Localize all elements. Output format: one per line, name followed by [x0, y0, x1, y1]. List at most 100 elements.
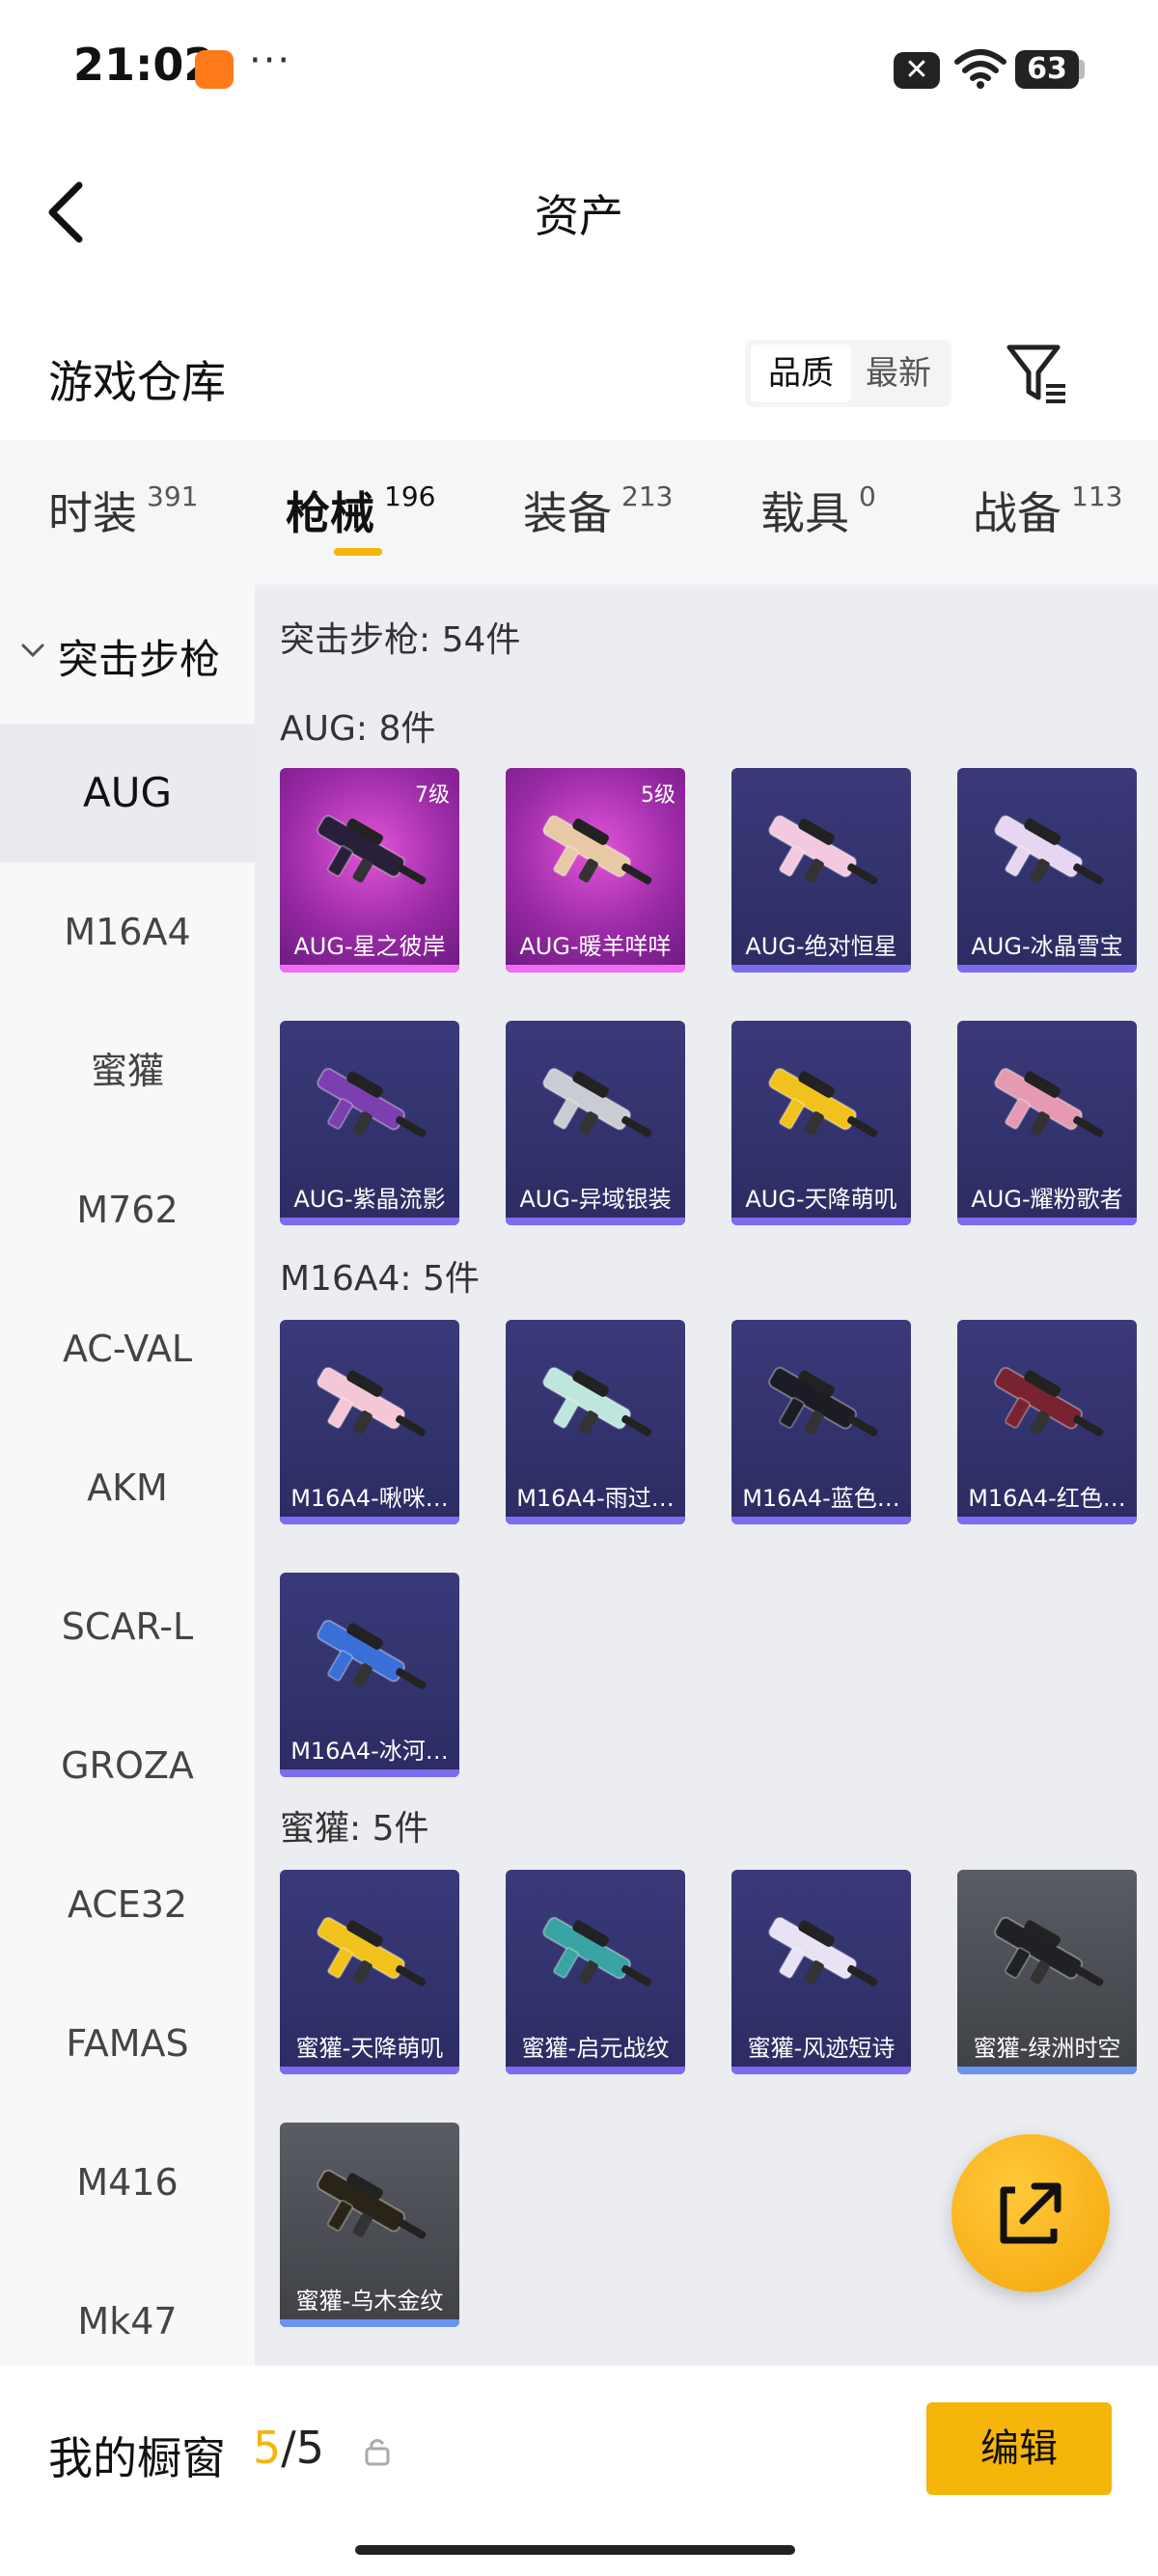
filter-icon[interactable]	[1004, 340, 1071, 407]
card-name: AUG-紫晶流影	[293, 1186, 446, 1213]
sidebar-item-groza[interactable]: GROZA	[0, 1696, 255, 1835]
weapon-skin-image	[317, 2169, 427, 2239]
card-rarity-bar	[957, 1517, 1137, 1524]
sort-newest-button[interactable]: 最新	[851, 344, 946, 402]
sidebar-item-m762[interactable]: M762	[0, 1140, 255, 1279]
sort-quality-button[interactable]: 品质	[751, 344, 851, 402]
battery-icon: 63	[1015, 50, 1079, 89]
weapon-skin-image	[542, 1067, 652, 1137]
sidebar-item-m416[interactable]: M416	[0, 2113, 255, 2252]
active-tab-indicator	[334, 548, 382, 556]
sidebar-category-assault-rifles[interactable]: 突击步枪	[0, 585, 255, 724]
sidebar-category-label: 突击步枪	[58, 636, 221, 683]
showcase-current: 5	[253, 2422, 282, 2474]
card-level-badge: 5级	[641, 783, 676, 808]
card-name: 蜜獾-乌木金纹	[295, 2288, 444, 2315]
share-icon	[1000, 2182, 1062, 2244]
share-button[interactable]	[951, 2134, 1110, 2292]
tab-combat-gear[interactable]: 战备 113	[973, 479, 1122, 546]
sidebar-item-famas[interactable]: FAMAS	[0, 1974, 255, 2113]
weapon-card[interactable]: 蜜獾-启元战纹	[506, 1870, 685, 2074]
card-name: AUG-暖羊咩咩	[519, 933, 672, 960]
lock-icon[interactable]	[363, 2435, 392, 2468]
weapon-card[interactable]: 蜜獾-风迹短诗	[731, 1870, 911, 2074]
weapon-card[interactable]: AUG-冰晶雪宝	[957, 768, 1137, 973]
weapon-skin-image	[768, 1366, 878, 1437]
sidebar-item-ace32[interactable]: ACE32	[0, 1835, 255, 1974]
tab-label: 时装	[48, 487, 137, 539]
tab-fashion[interactable]: 时装 391	[48, 479, 198, 546]
weapon-card[interactable]: AUG-绝对恒星	[731, 768, 911, 973]
weapon-card[interactable]: AUG-耀粉歌者	[957, 1021, 1137, 1225]
card-name: AUG-耀粉歌者	[971, 1186, 1123, 1213]
weapon-type-sidebar: 突击步枪 AUG M16A4 蜜獾 M762 AC-VAL AKM SCAR-L GROZA A…	[0, 585, 255, 2370]
card-rarity-bar	[506, 1517, 685, 1524]
sidebar-item-ac-val[interactable]: AC-VAL	[0, 1279, 255, 1418]
home-indicator	[355, 2545, 795, 2555]
weapon-skin-image	[317, 1067, 427, 1137]
sidebar-item-akm[interactable]: AKM	[0, 1418, 255, 1557]
weapon-card[interactable]: M16A4-蓝色…	[731, 1320, 911, 1524]
tab-firearms[interactable]: 枪械 196	[286, 479, 435, 546]
weapon-skin-image	[994, 1366, 1104, 1437]
sidebar-item-蜜獾[interactable]: 蜜獾	[0, 1001, 255, 1140]
edit-button[interactable]: 编辑	[926, 2402, 1112, 2495]
card-rarity-bar	[280, 2067, 459, 2074]
card-rarity-bar	[280, 1218, 459, 1225]
mute-icon: ✕	[894, 52, 940, 89]
weapon-skin-image	[317, 814, 427, 885]
weapon-skin-image	[768, 1067, 878, 1137]
weapon-card[interactable]: 蜜獾-天降萌叽	[280, 1870, 459, 2074]
card-name: AUG-绝对恒星	[745, 933, 897, 960]
weapon-card[interactable]: 蜜獾-绿洲时空	[957, 1870, 1137, 2074]
more-notifications-icon: ···	[249, 39, 292, 83]
showcase-label: 我的橱窗	[48, 2432, 226, 2484]
tab-count: 113	[1071, 480, 1123, 512]
card-name: M16A4-啾咪…	[290, 1485, 449, 1512]
weapon-skin-image	[994, 814, 1104, 885]
weapon-card[interactable]: M16A4-红色…	[957, 1320, 1137, 1524]
weapon-card[interactable]: AUG-天降萌叽	[731, 1021, 911, 1225]
section-heading: 蜜獾: 5件	[280, 1809, 429, 1849]
page-title: 资产	[535, 190, 623, 242]
weapon-skin-image	[994, 1067, 1104, 1137]
status-bar: 21:02 ··· ✕ 63	[0, 0, 1158, 145]
card-rarity-bar	[731, 1218, 911, 1225]
weapon-skin-image	[317, 1916, 427, 1987]
sidebar-item-scar-l[interactable]: SCAR-L	[0, 1557, 255, 1696]
weapon-skin-image	[542, 1366, 652, 1437]
card-rarity-bar	[280, 2319, 459, 2327]
app-notification-icon	[195, 50, 234, 89]
card-rarity-bar	[731, 2067, 911, 2074]
weapon-skin-image	[994, 1916, 1104, 1987]
card-name: M16A4-蓝色…	[742, 1485, 900, 1512]
sidebar-item-aug[interactable]: AUG	[0, 724, 255, 863]
card-rarity-bar	[506, 1218, 685, 1225]
card-name: 蜜獾-绿洲时空	[973, 2035, 1121, 2062]
warehouse-title: 游戏仓库	[48, 356, 226, 408]
weapon-card[interactable]: 7级 AUG-星之彼岸	[280, 768, 459, 973]
weapon-card[interactable]: M16A4-冰河…	[280, 1573, 459, 1777]
weapon-card[interactable]: 5级 AUG-暖羊咩咩	[506, 768, 685, 973]
card-name: AUG-天降萌叽	[745, 1186, 897, 1213]
tab-count: 196	[384, 480, 436, 512]
tab-label: 战备	[973, 487, 1062, 539]
card-rarity-bar	[280, 1517, 459, 1524]
category-tabs: 时装 391 枪械 196 装备 213 载具 0 战备 113	[0, 440, 1158, 585]
tab-vehicles[interactable]: 载具 0	[760, 479, 876, 546]
sort-toggle: 品质 最新	[745, 340, 951, 407]
weapon-skin-image	[317, 1366, 427, 1437]
weapon-card[interactable]: AUG-紫晶流影	[280, 1021, 459, 1225]
card-rarity-bar	[506, 2067, 685, 2074]
weapon-skin-image	[542, 1916, 652, 1987]
weapon-skin-image	[768, 1916, 878, 1987]
sidebar-item-m16a4[interactable]: M16A4	[0, 863, 255, 1001]
card-name: M16A4-冰河…	[290, 1738, 449, 1765]
weapon-card[interactable]: M16A4-啾咪…	[280, 1320, 459, 1524]
weapon-card[interactable]: M16A4-雨过…	[506, 1320, 685, 1524]
sidebar-item-mk47[interactable]: Mk47	[0, 2252, 255, 2370]
weapon-card[interactable]: 蜜獾-乌木金纹	[280, 2123, 459, 2327]
chevron-down-icon	[21, 644, 44, 658]
weapon-card[interactable]: AUG-异域银装	[506, 1021, 685, 1225]
tab-equipment[interactable]: 装备 213	[523, 479, 673, 546]
